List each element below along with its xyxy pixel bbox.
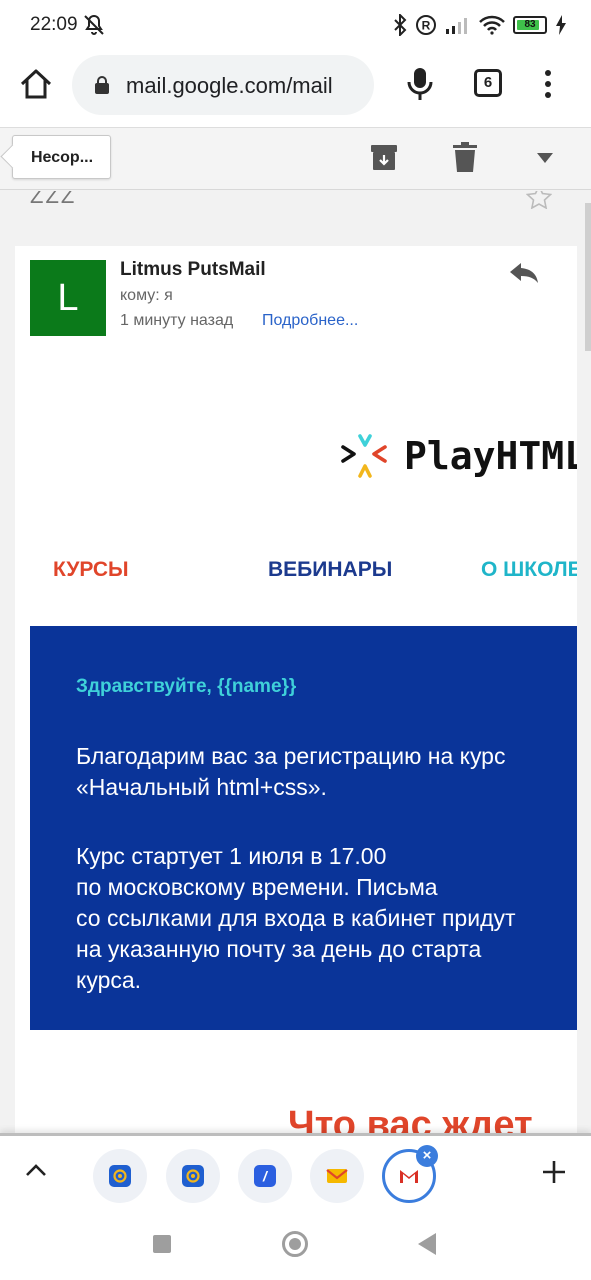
sender-name[interactable]: Litmus PutsMail — [120, 259, 266, 281]
plus-icon[interactable] — [541, 1159, 567, 1185]
mail-ru-icon — [182, 1165, 204, 1187]
browser-toolbar: mail.google.com/mail 6 — [0, 50, 591, 128]
thanks-paragraph: Благодарим вас за регистрацию на курс «Н… — [76, 741, 505, 803]
email-body: PlayHTML КУРСЫ ВЕБИНАРЫ О ШКОЛЕ Здравств… — [15, 386, 577, 1133]
greeting: Здравствуйте, {{name}} — [76, 676, 297, 697]
status-bar: 22:09 R 83 — [0, 0, 591, 50]
back-button-label: Несор... — [31, 149, 94, 166]
nav-link-webinars[interactable]: ВЕБИНАРЫ — [268, 558, 392, 582]
logo-text: PlayHTML — [404, 434, 577, 478]
home-icon[interactable] — [18, 66, 54, 102]
tab-mail-ru-1[interactable] — [93, 1149, 147, 1203]
nav-link-courses[interactable]: КУРСЫ — [53, 558, 129, 582]
recipient: кому: я — [120, 287, 173, 304]
avatar: L — [30, 260, 106, 336]
brand-logo: PlayHTML — [340, 434, 577, 478]
start-line-1: Курс стартует 1 июля в 17.00 — [76, 843, 387, 869]
mail-ru-icon — [109, 1165, 131, 1187]
message-card: L Litmus PutsMail кому: я 1 минуту назад… — [15, 246, 577, 1133]
thanks-line-2: «Начальный html+css». — [76, 774, 327, 800]
reply-icon[interactable] — [509, 262, 539, 284]
details-link[interactable]: Подробнее... — [262, 312, 358, 330]
tab-switcher-bar: / × — [0, 1133, 591, 1211]
address-bar[interactable]: mail.google.com/mail — [72, 55, 374, 115]
yandex-mail-icon — [326, 1169, 348, 1183]
bluetooth-icon — [394, 14, 407, 36]
signal-icon — [446, 18, 467, 34]
recents-button[interactable] — [153, 1235, 171, 1253]
mic-icon[interactable] — [404, 64, 436, 104]
start-line-5: курса. — [76, 967, 142, 993]
battery-icon: 83 — [513, 16, 547, 34]
gmail-toolbar: Несор... — [0, 128, 591, 190]
playhtml-logo-icon — [341, 434, 387, 478]
wifi-icon — [479, 15, 505, 35]
thanks-line-1: Благодарим вас за регистрацию на курс — [76, 743, 506, 769]
tabs-icon[interactable]: 6 — [474, 69, 502, 97]
email-nav: КУРСЫ ВЕБИНАРЫ О ШКОЛЕ — [15, 558, 577, 598]
start-line-3: со ссылками для входа в кабинет придут — [76, 905, 516, 931]
welcome-block: Здравствуйте, {{name}} Благодарим вас за… — [30, 626, 577, 1030]
nav-link-about-school[interactable]: О ШКОЛЕ — [481, 558, 577, 582]
home-button[interactable] — [282, 1231, 308, 1257]
gmail-icon — [400, 1170, 418, 1183]
mail-view: ZZZ L Litmus PutsMail кому: я 1 минуту н… — [0, 191, 591, 1133]
start-paragraph: Курс стартует 1 июля в 17.00 по московск… — [76, 841, 516, 996]
registered-icon: R — [416, 15, 436, 35]
back-button[interactable]: Несор... — [12, 135, 111, 179]
tab-yandex-mail[interactable] — [310, 1149, 364, 1203]
start-line-2: по московскому времени. Письма — [76, 874, 438, 900]
chevron-up-icon[interactable] — [24, 1160, 48, 1180]
tab-mail-ru-2[interactable] — [166, 1149, 220, 1203]
status-icons: R 83 — [393, 12, 567, 38]
tab-slash-site[interactable]: / — [238, 1149, 292, 1203]
section-heading: Что вас ждет — [288, 1104, 533, 1133]
url-text: mail.google.com/mail — [126, 73, 333, 98]
menu-icon[interactable] — [540, 68, 556, 100]
subject-text: ZZZ — [30, 191, 77, 208]
svg-text:R: R — [422, 19, 431, 33]
sent-time: 1 минуту назад — [120, 312, 234, 329]
battery-percent: 83 — [524, 19, 536, 30]
status-time: 22:09 — [30, 14, 78, 35]
system-navigation — [0, 1211, 591, 1280]
archive-icon[interactable] — [370, 144, 398, 172]
mute-icon — [84, 14, 104, 35]
slash-site-icon: / — [254, 1165, 276, 1187]
start-line-4: на указанную почту за день до старта — [76, 936, 482, 962]
lock-icon — [95, 76, 109, 94]
close-icon[interactable]: × — [416, 1145, 438, 1167]
back-nav-button[interactable] — [418, 1233, 436, 1255]
chevron-down-icon[interactable] — [536, 152, 554, 164]
charging-icon — [556, 15, 566, 35]
trash-icon[interactable] — [452, 142, 478, 172]
scrollbar[interactable] — [585, 203, 591, 351]
star-icon[interactable] — [526, 191, 552, 209]
